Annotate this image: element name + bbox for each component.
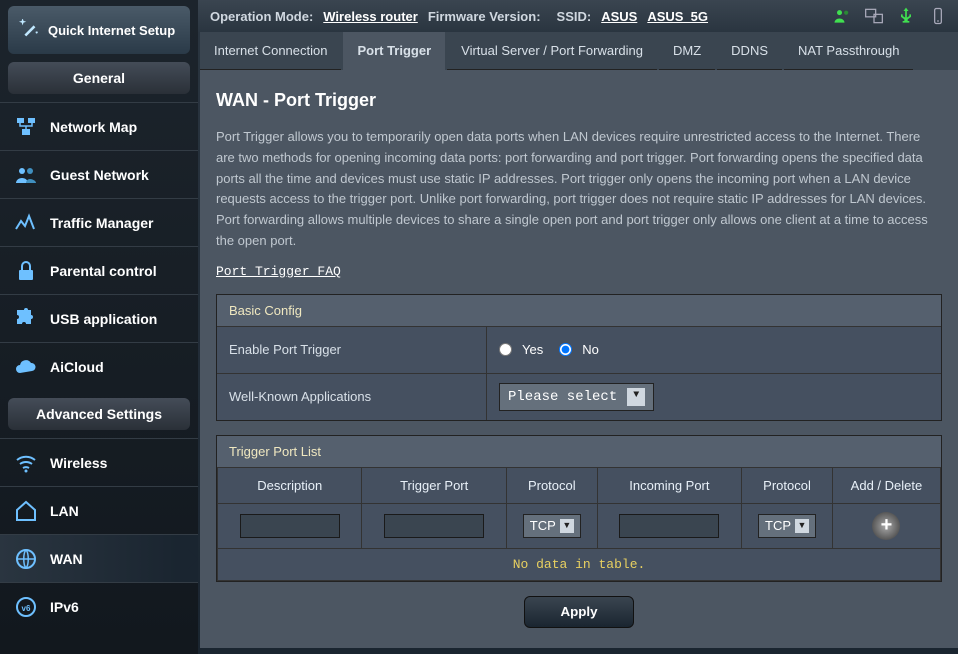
lock-icon bbox=[14, 259, 38, 283]
sidebar-item-wan[interactable]: WAN bbox=[0, 534, 198, 582]
sidebar-item-network-map[interactable]: Network Map bbox=[0, 102, 198, 150]
sidebar-item-label: Network Map bbox=[50, 119, 137, 135]
usb-status-icon[interactable] bbox=[896, 6, 916, 26]
trigger-protocol-select[interactable]: TCP ▼ bbox=[523, 514, 581, 538]
enable-port-trigger-no-radio[interactable] bbox=[559, 343, 572, 356]
well-known-apps-select[interactable]: Please select ▼ bbox=[499, 383, 654, 411]
magic-wand-icon bbox=[18, 19, 40, 41]
globe-icon bbox=[14, 547, 38, 571]
ssid-value-1[interactable]: ASUS bbox=[601, 9, 637, 24]
sidebar-item-parental-control[interactable]: Parental control bbox=[0, 246, 198, 294]
no-label: No bbox=[582, 342, 599, 357]
trigger-port-list-title: Trigger Port List bbox=[217, 436, 941, 467]
puzzle-icon bbox=[14, 307, 38, 331]
col-description: Description bbox=[218, 467, 362, 503]
incoming-protocol-select[interactable]: TCP ▼ bbox=[758, 514, 816, 538]
sidebar-item-label: LAN bbox=[50, 503, 79, 519]
sidebar-item-usb-application[interactable]: USB application bbox=[0, 294, 198, 342]
cloud-icon bbox=[14, 355, 38, 379]
col-add-delete: Add / Delete bbox=[832, 467, 940, 503]
sidebar-item-label: Wireless bbox=[50, 455, 107, 471]
col-trigger-port: Trigger Port bbox=[362, 467, 506, 503]
ssid-label: SSID: bbox=[557, 9, 592, 24]
sidebar-item-label: Traffic Manager bbox=[50, 215, 153, 231]
operation-mode-value[interactable]: Wireless router bbox=[323, 9, 418, 24]
general-section-title: General bbox=[8, 62, 190, 94]
page-title: WAN - Port Trigger bbox=[216, 90, 942, 111]
ssid-value-2[interactable]: ASUS_5G bbox=[647, 9, 708, 24]
sidebar-item-guest-network[interactable]: Guest Network bbox=[0, 150, 198, 198]
sidebar-item-label: IPv6 bbox=[50, 599, 79, 615]
basic-config-title: Basic Config bbox=[217, 295, 941, 326]
guest-network-icon bbox=[14, 163, 38, 187]
enable-port-trigger-label: Enable Port Trigger bbox=[217, 327, 487, 373]
tab-port-trigger[interactable]: Port Trigger bbox=[343, 32, 445, 70]
sidebar-item-ipv6[interactable]: v6 IPv6 bbox=[0, 582, 198, 630]
tab-nat-passthrough[interactable]: NAT Passthrough bbox=[784, 32, 913, 70]
sidebar-item-label: WAN bbox=[50, 551, 83, 567]
apply-button[interactable]: Apply bbox=[524, 596, 634, 628]
col-protocol-2: Protocol bbox=[742, 467, 833, 503]
smartphone-icon[interactable] bbox=[928, 6, 948, 26]
sidebar-item-label: Parental control bbox=[50, 263, 157, 279]
devices-icon[interactable] bbox=[864, 6, 884, 26]
chevron-down-icon: ▼ bbox=[627, 388, 645, 406]
wireless-icon bbox=[14, 451, 38, 475]
well-known-apps-label: Well-Known Applications bbox=[217, 374, 487, 420]
sidebar-item-aicloud[interactable]: AiCloud bbox=[0, 342, 198, 390]
yes-label: Yes bbox=[522, 342, 543, 357]
description-input[interactable] bbox=[240, 514, 340, 538]
col-protocol-1: Protocol bbox=[506, 467, 597, 503]
operation-mode-label: Operation Mode: bbox=[210, 9, 313, 24]
enable-port-trigger-yes-radio[interactable] bbox=[499, 343, 512, 356]
no-data-message: No data in table. bbox=[218, 548, 941, 580]
tab-internet-connection[interactable]: Internet Connection bbox=[200, 32, 341, 70]
firmware-label: Firmware Version: bbox=[428, 9, 541, 24]
chevron-down-icon: ▼ bbox=[795, 519, 809, 533]
page-description: Port Trigger allows you to temporarily o… bbox=[216, 127, 942, 252]
qis-label: Quick Internet Setup bbox=[48, 23, 175, 38]
globe-ipv6-icon: v6 bbox=[14, 595, 38, 619]
tab-ddns[interactable]: DDNS bbox=[717, 32, 782, 70]
select-value: TCP bbox=[765, 518, 791, 533]
select-value: TCP bbox=[530, 518, 556, 533]
sidebar-item-lan[interactable]: LAN bbox=[0, 486, 198, 534]
sidebar-item-label: AiCloud bbox=[50, 359, 104, 375]
home-icon bbox=[14, 499, 38, 523]
add-row-button[interactable]: + bbox=[872, 512, 900, 540]
tab-dmz[interactable]: DMZ bbox=[659, 32, 715, 70]
sidebar-item-label: USB application bbox=[50, 311, 157, 327]
port-trigger-faq-link[interactable]: Port Trigger FAQ bbox=[216, 264, 341, 279]
chevron-down-icon: ▼ bbox=[560, 519, 574, 533]
advanced-section-title: Advanced Settings bbox=[8, 398, 190, 430]
users-icon[interactable] bbox=[832, 6, 852, 26]
sidebar-item-traffic-manager[interactable]: Traffic Manager bbox=[0, 198, 198, 246]
select-placeholder: Please select bbox=[508, 389, 617, 405]
quick-internet-setup-button[interactable]: Quick Internet Setup bbox=[8, 6, 190, 54]
col-incoming-port: Incoming Port bbox=[597, 467, 741, 503]
traffic-manager-icon bbox=[14, 211, 38, 235]
svg-text:v6: v6 bbox=[22, 604, 31, 613]
sidebar-item-label: Guest Network bbox=[50, 167, 149, 183]
network-map-icon bbox=[14, 115, 38, 139]
incoming-port-input[interactable] bbox=[619, 514, 719, 538]
tab-port-forwarding[interactable]: Virtual Server / Port Forwarding bbox=[447, 32, 657, 70]
sidebar-item-wireless[interactable]: Wireless bbox=[0, 438, 198, 486]
trigger-port-input[interactable] bbox=[384, 514, 484, 538]
